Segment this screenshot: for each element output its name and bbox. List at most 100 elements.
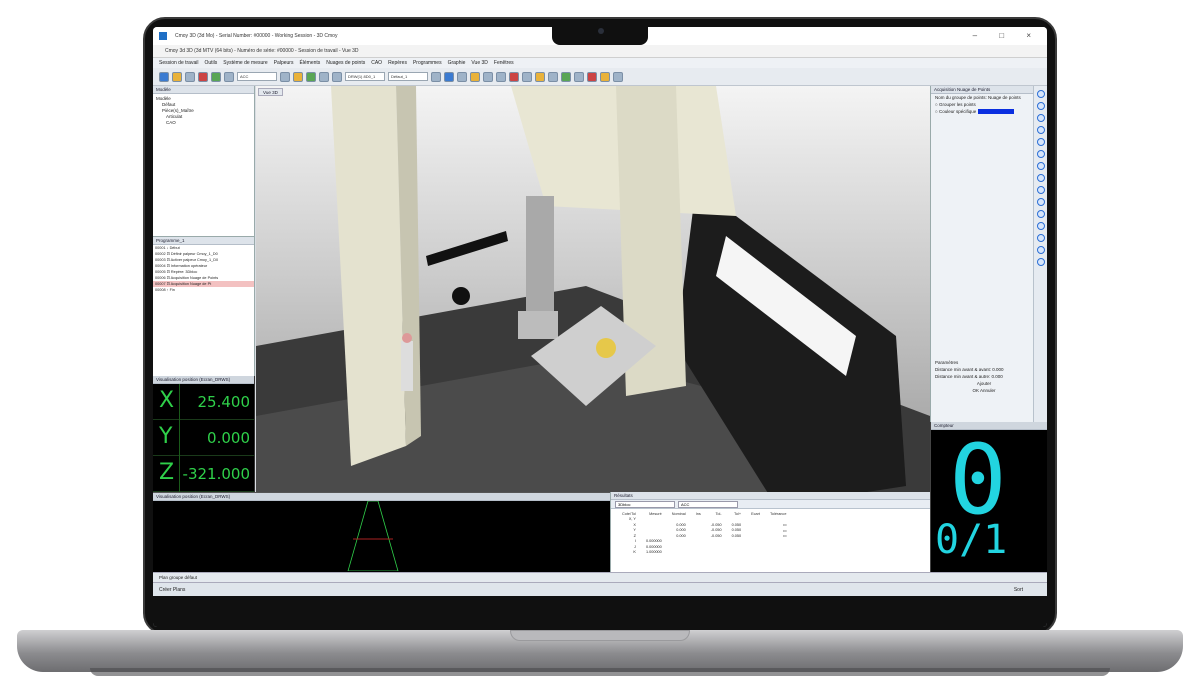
probe-cone [347, 500, 399, 572]
table-cell [727, 550, 747, 556]
program-row[interactable]: 00008 ↑ Fin [153, 287, 254, 293]
distance-feature-icon[interactable] [1036, 222, 1045, 230]
cone-feature-icon[interactable] [1036, 150, 1045, 158]
settings-icon[interactable] [613, 71, 623, 82]
wire-icon[interactable] [548, 71, 558, 82]
position-readout-panel: Visualisation position (Ecran_DRWS) X 25.… [153, 376, 255, 492]
menu-item[interactable]: Outils [204, 58, 217, 68]
save-icon[interactable] [185, 71, 195, 82]
menu-item[interactable]: Vue 3D [471, 58, 488, 68]
torus-feature-icon[interactable] [1036, 186, 1045, 194]
results-alignment-select[interactable]: 3Dbloc [615, 500, 675, 508]
min-distance-2[interactable]: Distance min avant & autre: 0.000 [931, 373, 1033, 380]
surface-feature-icon[interactable] [1036, 210, 1045, 218]
curve-feature-icon[interactable] [1036, 198, 1045, 206]
rotate-icon[interactable] [470, 71, 480, 82]
projection-feature-icon[interactable] [1036, 258, 1045, 266]
tree-item[interactable]: CAO [156, 120, 251, 126]
view-icon[interactable] [444, 71, 454, 82]
y-axis-label: Y [159, 424, 173, 449]
play-icon[interactable] [211, 71, 221, 82]
document-title: Cmoy 3d 3D (3d MTV (64 bits) - Numéro de… [153, 45, 1047, 58]
plane-feature-icon[interactable] [1036, 114, 1045, 122]
cylinder-feature-icon[interactable] [1036, 138, 1045, 146]
plane-icon[interactable] [319, 71, 329, 82]
trackpad-lip [510, 630, 690, 641]
menu-item[interactable]: Graphie [448, 58, 466, 68]
counter-panel: Compteur 0 0/1 [930, 422, 1047, 572]
point-feature-icon[interactable] [1036, 90, 1045, 98]
results-mode-select[interactable]: ACC [678, 500, 738, 508]
probe-icon[interactable] [224, 71, 234, 82]
table-cell [667, 550, 691, 556]
x-value: 25.400 [197, 393, 251, 411]
3d-viewport[interactable]: Vue 3D [256, 86, 930, 492]
report-icon[interactable] [587, 71, 597, 82]
pan-icon[interactable] [483, 71, 493, 82]
angle-feature-icon[interactable] [1036, 234, 1045, 242]
group-points-option[interactable]: ○ Grouper les points [931, 101, 1033, 108]
zoom-icon[interactable] [457, 71, 467, 82]
menu-item[interactable]: Nuages de points [326, 58, 365, 68]
open-icon[interactable] [159, 71, 169, 82]
add-button[interactable]: Ajouter [931, 380, 1033, 387]
menu-item[interactable]: Éléments [299, 58, 320, 68]
line-feature-icon[interactable] [1036, 102, 1045, 110]
specific-color-label: ○ Couleur spécifique [935, 109, 977, 114]
section-icon[interactable] [509, 71, 519, 82]
y-value: 0.000 [207, 429, 250, 447]
point-icon[interactable] [306, 71, 316, 82]
model-tree: Modèle Défaut Pièce(s)_Maître Articulat CAO [153, 94, 254, 128]
measure-icon[interactable] [293, 71, 303, 82]
program-title: Programme_1 [153, 237, 254, 245]
shade-icon[interactable] [522, 71, 532, 82]
group-name-field[interactable]: Nom du groupe de points: Nuage de points [931, 94, 1033, 101]
cloud-icon[interactable] [574, 71, 584, 82]
drawing-select[interactable]: DRW(1) 8D0_1 [345, 72, 385, 81]
cmm-3d-scene [256, 86, 930, 492]
axis-icon[interactable] [280, 71, 290, 82]
folder-icon[interactable] [172, 71, 182, 82]
menu-item[interactable]: Palpeurs [274, 58, 294, 68]
min-distance-1[interactable]: Distance min avant & avant: 0.000 [931, 366, 1033, 373]
properties-panel: Acquisition Nuage de Points Nom du group… [930, 86, 1033, 422]
default-select[interactable]: Défaut_1 [388, 72, 428, 81]
model-tree-panel: Modèle Modèle Défaut Pièce(s)_Maître Articu… [153, 86, 255, 236]
cad-icon[interactable] [561, 71, 571, 82]
grid-icon[interactable] [431, 71, 441, 82]
menu-item[interactable]: Système de mesure [223, 58, 267, 68]
circle-feature-icon[interactable] [1036, 126, 1045, 134]
results-panel: Résultats 3Dbloc ACC Cote/Tol Mesuré Nomin… [610, 492, 930, 572]
record-icon[interactable] [198, 71, 208, 82]
specific-color-option[interactable]: ○ Couleur spécifique [931, 108, 1033, 115]
bottom-left-status: Créer Plans [159, 587, 186, 593]
light-icon[interactable] [535, 71, 545, 82]
color-swatch[interactable] [977, 109, 1014, 115]
menu-item[interactable]: CAO [371, 58, 382, 68]
base-shadow [90, 668, 1110, 676]
table-cell [691, 550, 706, 556]
circle-icon[interactable] [332, 71, 342, 82]
viz-title: Visualisation position (Ecran_DRWS) [153, 493, 610, 501]
menu-item[interactable]: Repères [388, 58, 407, 68]
sphere-feature-icon[interactable] [1036, 162, 1045, 170]
alignment-select[interactable]: ACC [237, 72, 277, 81]
position-readout-title: Visualisation position (Ecran_DRWS) [153, 376, 254, 384]
z-readout: Z -321.000 [153, 456, 254, 492]
results-toolbar: 3Dbloc ACC [611, 500, 930, 509]
table-cell [765, 550, 791, 556]
menu-item[interactable]: Programmes [413, 58, 442, 68]
window-title: Cmoy 3D (3d Mo) - Serial Number: #00000 … [175, 33, 338, 39]
intersection-feature-icon[interactable] [1036, 246, 1045, 254]
table-cell [706, 550, 727, 556]
fit-icon[interactable] [496, 71, 506, 82]
slot-feature-icon[interactable] [1036, 174, 1045, 182]
ok-cancel-buttons[interactable]: OK Annuler [931, 387, 1033, 394]
table-row[interactable]: K 1.000000 [617, 550, 791, 556]
menu-item[interactable]: Fenêtres [494, 58, 514, 68]
camera-view-icon[interactable] [600, 71, 610, 82]
menu-item[interactable]: Session de travail [159, 58, 198, 68]
tab-3d-view[interactable]: Vue 3D [258, 88, 283, 96]
probe-head [518, 311, 558, 339]
window-controls[interactable]: – □ × [973, 27, 1041, 45]
